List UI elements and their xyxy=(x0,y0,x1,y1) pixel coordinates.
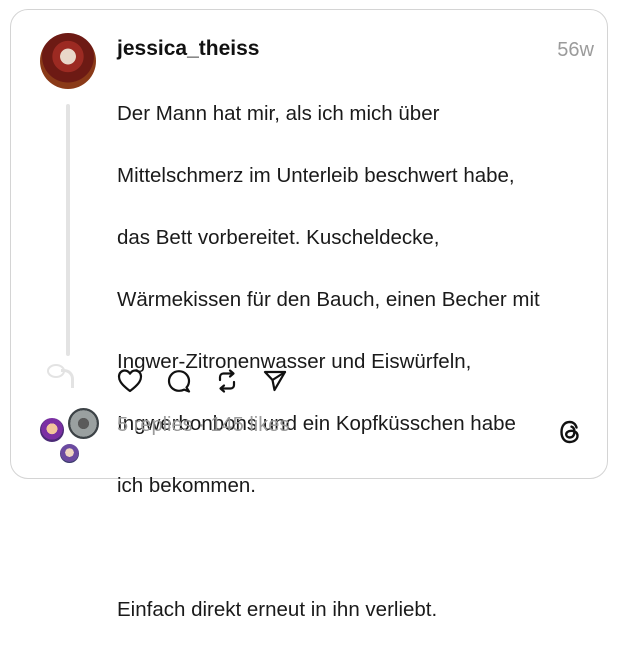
reply-avatar xyxy=(58,442,81,465)
reply-avatar xyxy=(66,406,101,441)
send-icon xyxy=(263,370,287,392)
post-stats: 5 replies · 145 likes xyxy=(117,414,289,437)
reply-avatar xyxy=(38,416,66,444)
post-text: Der Mann hat mir, als ich mich über Mitt… xyxy=(117,67,597,656)
post-text-line: Mittelschmerz im Unterleib beschwert hab… xyxy=(117,164,515,187)
thread-line xyxy=(66,104,70,356)
post-text-line: Einfach direkt erneut in ihn verliebt. xyxy=(117,598,438,621)
post-text-line: Wärmekissen für den Bauch, einen Becher … xyxy=(117,288,540,311)
post-text-line: das Bett vorbereitet. Kuscheldecke, xyxy=(117,226,440,249)
like-button[interactable] xyxy=(116,367,144,395)
repost-button[interactable] xyxy=(213,367,241,395)
stats-separator: · xyxy=(198,414,205,436)
username[interactable]: jessica_theiss xyxy=(117,37,259,61)
post-text-line: ich bekommen. xyxy=(117,474,257,497)
share-button[interactable] xyxy=(261,367,289,395)
timestamp[interactable]: 56w xyxy=(557,39,594,62)
replies-count[interactable]: 5 replies xyxy=(117,414,193,436)
repost-icon xyxy=(218,369,236,393)
post-text-line xyxy=(117,532,597,563)
threads-logo-icon[interactable] xyxy=(557,418,583,446)
reply-button[interactable] xyxy=(165,367,193,395)
author-avatar[interactable] xyxy=(40,33,96,89)
heart-icon xyxy=(117,369,143,393)
likes-count[interactable]: 145 likes xyxy=(210,414,289,436)
post-text-line: Der Mann hat mir, als ich mich über xyxy=(117,102,440,125)
comment-icon xyxy=(167,370,191,393)
